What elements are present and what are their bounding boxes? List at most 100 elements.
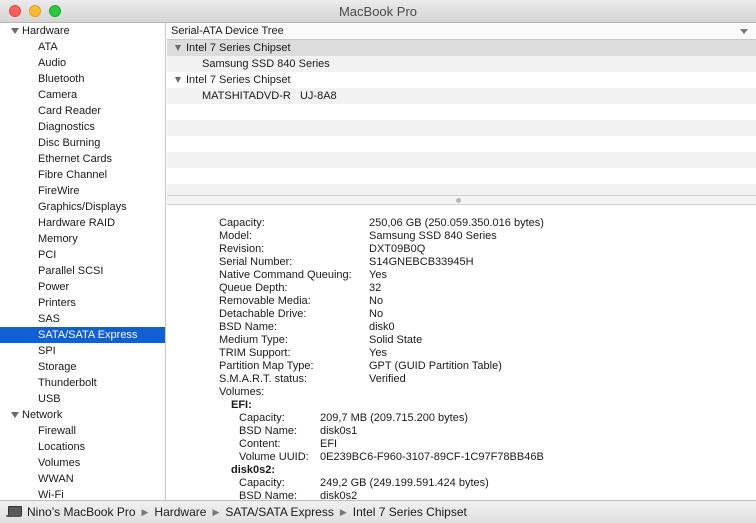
sidebar-item-label: Power bbox=[38, 281, 70, 293]
disclosure-triangle-icon[interactable] bbox=[175, 77, 181, 83]
detail-value: 0E239BC6-F960-3107-89CF-1C97F78BB46B bbox=[320, 451, 544, 463]
sidebar-item-power[interactable]: Power bbox=[0, 279, 165, 295]
sidebar-item-label: Ethernet Cards bbox=[38, 153, 112, 165]
sidebar-item-ata[interactable]: ATA bbox=[0, 39, 165, 55]
category-sidebar[interactable]: Hardware ATA Audio Bluetooth Camera Card Read… bbox=[0, 23, 166, 500]
splitter-grip-icon[interactable] bbox=[456, 198, 461, 203]
sidebar-item-card-reader[interactable]: Card Reader bbox=[0, 103, 165, 119]
path-segment[interactable]: Hardware bbox=[154, 505, 206, 519]
path-segment[interactable]: Intel 7 Series Chipset bbox=[353, 505, 467, 519]
title-bar[interactable]: MacBook Pro bbox=[0, 0, 756, 23]
sidebar-item-disc-burning[interactable]: Disc Burning bbox=[0, 135, 165, 151]
sidebar-item-label: Diagnostics bbox=[38, 121, 95, 133]
detail-key: EFI: bbox=[231, 399, 252, 411]
sidebar-item-label: Audio bbox=[38, 57, 67, 69]
tree-row-label: Samsung SSD 840 Series bbox=[202, 58, 330, 70]
sidebar-item-hardware-raid[interactable]: Hardware RAID bbox=[0, 215, 165, 231]
sidebar-item-diagnostics[interactable]: Diagnostics bbox=[0, 119, 165, 135]
sidebar-item-camera[interactable]: Camera bbox=[0, 87, 165, 103]
detail-key: Partition Map Type: bbox=[219, 360, 314, 372]
sidebar-item-label: Volumes bbox=[38, 457, 81, 469]
detail-row: Removable Media: No bbox=[219, 295, 727, 308]
sidebar-item-label: Graphics/Displays bbox=[38, 201, 127, 213]
sidebar-item-firewire[interactable]: FireWire bbox=[0, 183, 165, 199]
sidebar-item-label: Bluetooth bbox=[38, 73, 85, 85]
tree-row-label: Intel 7 Series Chipset bbox=[186, 42, 291, 54]
sidebar-item-volumes[interactable]: Volumes bbox=[0, 455, 165, 471]
detail-key: TRIM Support: bbox=[219, 347, 291, 359]
window-title: MacBook Pro bbox=[338, 4, 418, 19]
sidebar-item-label: Locations bbox=[38, 441, 86, 453]
detail-row: Volume UUID: 0E239BC6-F960-3107-89CF-1C97… bbox=[239, 451, 727, 464]
detail-value: No bbox=[369, 295, 384, 307]
detail-value: 209,7 MB (209.715.200 bytes) bbox=[320, 412, 468, 424]
detail-value: 250,06 GB (250.059.350.016 bytes) bbox=[369, 217, 544, 229]
device-tree-header[interactable]: Serial-ATA Device Tree bbox=[167, 23, 756, 40]
sidebar-item-label: Printers bbox=[38, 297, 76, 309]
device-tree-pane[interactable]: Serial-ATA Device Tree Intel 7 Series Ch… bbox=[167, 23, 756, 195]
device-detail-pane: Capacity: 250,06 GB (250.059.350.016 byte… bbox=[167, 205, 756, 500]
detail-value: Yes bbox=[369, 347, 387, 359]
detail-value: disk0s2 bbox=[320, 490, 358, 500]
sidebar-item-locations[interactable]: Locations bbox=[0, 439, 165, 455]
detail-key: Queue Depth: bbox=[219, 282, 288, 294]
detail-row: Native Command Queuing: Yes bbox=[219, 269, 727, 282]
tree-row[interactable]: Intel 7 Series Chipset bbox=[167, 72, 756, 88]
detail-key: BSD Name: bbox=[219, 321, 278, 333]
sidebar-item-thunderbolt[interactable]: Thunderbolt bbox=[0, 375, 165, 391]
tree-row[interactable]: Samsung SSD 840 Series bbox=[167, 56, 756, 72]
tree-row[interactable]: MATSHITADVD-R UJ-8A8 bbox=[167, 88, 756, 104]
detail-value: GPT (GUID Partition Table) bbox=[369, 360, 502, 372]
sidebar-item-fibre-channel[interactable]: Fibre Channel bbox=[0, 167, 165, 183]
detail-row: Queue Depth: 32 bbox=[219, 282, 727, 295]
detail-row: Revision: DXT09B0Q bbox=[219, 243, 727, 256]
sidebar-group-hardware[interactable]: Hardware bbox=[0, 23, 165, 39]
path-segment[interactable]: SATA/SATA Express bbox=[225, 505, 333, 519]
tree-row-empty bbox=[167, 184, 756, 195]
detail-key: S.M.A.R.T. status: bbox=[219, 373, 308, 385]
sidebar-item-label: SPI bbox=[38, 345, 56, 357]
sidebar-group-network[interactable]: Network bbox=[0, 407, 165, 423]
sidebar-item-sata-sata-express[interactable]: SATA/SATA Express bbox=[0, 327, 165, 343]
disclosure-triangle-icon[interactable] bbox=[11, 412, 19, 418]
path-separator-icon: ▶ bbox=[141, 506, 149, 517]
path-segment[interactable]: Nino’s MacBook Pro bbox=[27, 505, 136, 519]
detail-key: Native Command Queuing: bbox=[219, 269, 352, 281]
sidebar-item-label: SAS bbox=[38, 313, 61, 325]
sidebar-item-wwan[interactable]: WWAN bbox=[0, 471, 165, 487]
sidebar-item-ethernet-cards[interactable]: Ethernet Cards bbox=[0, 151, 165, 167]
sidebar-item-sas[interactable]: SAS bbox=[0, 311, 165, 327]
sidebar-item-label: Parallel SCSI bbox=[38, 265, 104, 277]
sidebar-item-pci[interactable]: PCI bbox=[0, 247, 165, 263]
sidebar-item-label: Disc Burning bbox=[38, 137, 101, 149]
sidebar-item-printers[interactable]: Printers bbox=[0, 295, 165, 311]
detail-row: Content: EFI bbox=[239, 438, 727, 451]
sidebar-item-label: FireWire bbox=[38, 185, 80, 197]
detail-row: Capacity: 209,7 MB (209.715.200 bytes) bbox=[239, 412, 727, 425]
sidebar-item-storage[interactable]: Storage bbox=[0, 359, 165, 375]
sidebar-item-label: Wi-Fi bbox=[38, 489, 64, 500]
sidebar-item-graphics-displays[interactable]: Graphics/Displays bbox=[0, 199, 165, 215]
tree-row[interactable]: Intel 7 Series Chipset bbox=[167, 40, 756, 56]
sidebar-item-usb[interactable]: USB bbox=[0, 391, 165, 407]
detail-row: Medium Type: Solid State bbox=[219, 334, 727, 347]
detail-row: TRIM Support: Yes bbox=[219, 347, 727, 360]
sidebar-item-memory[interactable]: Memory bbox=[0, 231, 165, 247]
tree-row-empty bbox=[167, 120, 756, 136]
sidebar-item-parallel-scsi[interactable]: Parallel SCSI bbox=[0, 263, 165, 279]
detail-key: disk0s2: bbox=[231, 464, 276, 476]
device-tree-header-label: Serial-ATA Device Tree bbox=[171, 25, 284, 37]
detail-row: disk0s2: bbox=[231, 464, 727, 477]
pane-splitter[interactable] bbox=[167, 195, 756, 205]
sidebar-item-wi-fi[interactable]: Wi-Fi bbox=[0, 487, 165, 500]
sidebar-item-firewall[interactable]: Firewall bbox=[0, 423, 165, 439]
disclosure-triangle-icon[interactable] bbox=[175, 45, 181, 51]
disclosure-triangle-icon[interactable] bbox=[11, 28, 19, 34]
sidebar-item-audio[interactable]: Audio bbox=[0, 55, 165, 71]
detail-value: S14GNEBCB33945H bbox=[369, 256, 474, 268]
sidebar-item-label: Thunderbolt bbox=[38, 377, 97, 389]
sidebar-item-bluetooth[interactable]: Bluetooth bbox=[0, 71, 165, 87]
sidebar-item-spi[interactable]: SPI bbox=[0, 343, 165, 359]
detail-key: Medium Type: bbox=[219, 334, 288, 346]
laptop-icon bbox=[6, 506, 22, 518]
